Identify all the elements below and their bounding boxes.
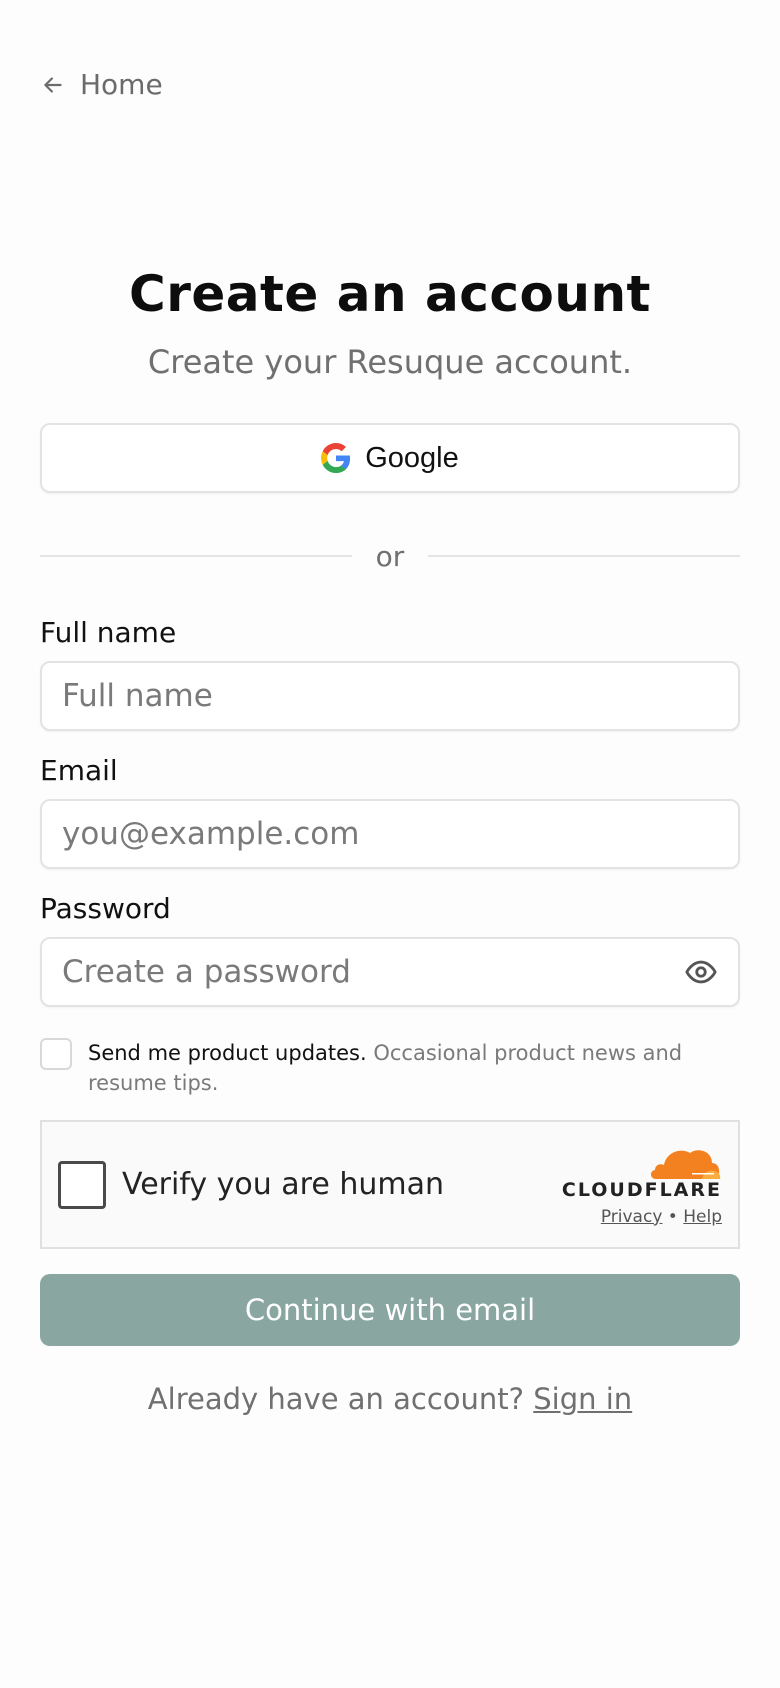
email-field-wrapper [40,799,740,869]
product-updates-text: Send me product updates. Occasional prod… [88,1038,740,1098]
cloudflare-branding: CLOUDFLARE Privacy • Help [562,1143,722,1227]
divider-line-right [428,555,740,557]
page-subtitle: Create your Resuque account. [147,343,633,381]
google-signin-button[interactable]: Google [40,423,740,493]
cloudflare-turnstile: Verify you are human CLOUDFLARE Privacy … [40,1120,740,1249]
google-icon [321,443,351,473]
back-home-link[interactable]: Home [40,68,163,101]
google-button-label: Google [365,441,459,474]
product-updates-title: Send me product updates. [88,1041,367,1065]
show-password-eye-icon[interactable] [684,955,718,989]
product-updates-checkbox[interactable] [40,1038,72,1070]
back-home-label: Home [80,68,163,101]
email-label: Email [40,754,118,787]
captcha-label: Verify you are human [122,1167,445,1202]
signin-prompt: Already have an account? Sign in [0,1382,780,1416]
cloudflare-wordmark: CLOUDFLARE [561,1178,722,1201]
divider-text: or [375,539,405,573]
signin-link[interactable]: Sign in [533,1382,632,1416]
full-name-field-wrapper [40,661,740,731]
product-updates-consent: Send me product updates. Occasional prod… [40,1038,740,1098]
password-input[interactable] [62,954,684,990]
full-name-input[interactable] [62,678,718,714]
links-separator: • [667,1206,678,1227]
or-divider: or [40,538,740,574]
arrow-left-icon [44,76,62,93]
privacy-link[interactable]: Privacy [601,1207,663,1227]
captcha-links: Privacy • Help [601,1207,722,1227]
signup-page: Home Create an account Create your Resuq… [0,0,780,1688]
help-link[interactable]: Help [683,1207,722,1227]
captcha-checkbox[interactable] [58,1160,106,1209]
email-input[interactable] [62,816,718,852]
page-title: Create an account [129,265,651,323]
signin-prompt-text: Already have an account? [147,1382,525,1416]
password-label: Password [40,892,171,925]
password-field-wrapper [40,937,740,1007]
continue-with-email-button[interactable]: Continue with email [40,1274,740,1346]
divider-line-left [40,555,352,557]
full-name-label: Full name [40,616,177,649]
cloudflare-cloud-icon [650,1149,721,1179]
